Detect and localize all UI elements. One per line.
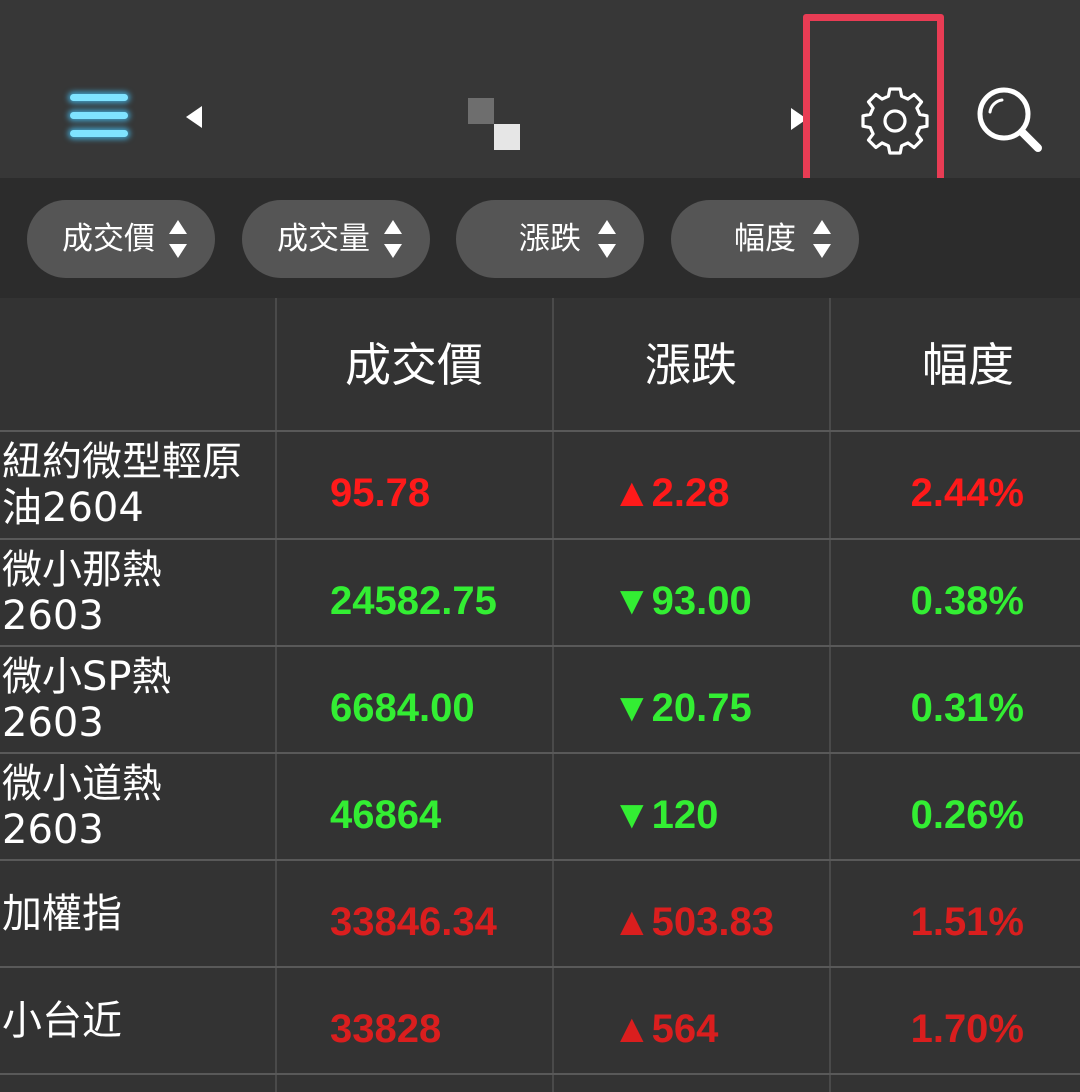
price-change: ▲564 — [612, 1007, 719, 1051]
last-price: 6684.00 — [330, 686, 475, 730]
sort-chip-price[interactable]: 成交價 — [27, 200, 215, 278]
price-change: ▲2.28 — [612, 471, 730, 515]
sort-updown-icon — [169, 220, 187, 258]
price-change: ▼20.75 — [612, 686, 752, 730]
sort-chip-percent[interactable]: 幅度 — [671, 200, 859, 278]
change-percent: 1.51% — [910, 900, 1024, 944]
table-row[interactable]: 紐約微型輕原 油2604 95.78 ▲2.28 2.44% — [0, 432, 1080, 538]
price-change: ▲503.83 — [612, 900, 774, 944]
column-header-change[interactable]: 漲跌 — [553, 298, 829, 432]
top-toolbar — [0, 0, 1080, 190]
last-price: 95.78 — [330, 471, 431, 515]
gear-icon[interactable] — [856, 84, 934, 158]
arrow-left-icon[interactable] — [186, 106, 202, 128]
last-price: 33846.34 — [330, 900, 497, 944]
sort-chip-label: 漲跌 — [519, 221, 581, 257]
table-row[interactable]: 微小SP熱 2603 6684.00 ▼20.75 0.31% — [0, 647, 1080, 753]
sort-chip-change[interactable]: 漲跌 — [456, 200, 644, 278]
symbol-name: 微小道熱 2603 — [2, 761, 162, 853]
sort-bar: 成交價 成交量 漲跌 幅度 — [0, 178, 1080, 298]
column-header-percent[interactable]: 幅度 — [830, 298, 1080, 432]
change-percent: 0.31% — [910, 686, 1024, 730]
symbol-name: 微小那熱 2603 — [2, 547, 162, 639]
sort-chip-label: 幅度 — [734, 221, 796, 257]
symbol-name: 紐約微型輕原 油2604 — [2, 439, 242, 531]
sort-updown-icon — [598, 220, 616, 258]
change-percent: 2.44% — [910, 471, 1024, 515]
price-change: ▼93.00 — [612, 579, 752, 623]
quote-screen: 成交價 成交量 漲跌 幅度 成交價 漲跌 幅度 紐約微型輕原 油2604 95.… — [0, 0, 1080, 1092]
last-price: 33828 — [330, 1007, 442, 1051]
sort-updown-icon — [384, 220, 402, 258]
symbol-name: 微小SP熱 2603 — [2, 654, 172, 746]
magnifier-icon[interactable] — [972, 82, 1052, 162]
price-change: ▼120 — [612, 793, 719, 837]
change-percent: 1.70% — [910, 1007, 1024, 1051]
sort-chip-label: 成交量 — [277, 221, 370, 257]
last-price: 24582.75 — [330, 579, 497, 623]
table-row[interactable]: 微小那熱 2603 24582.75 ▼93.00 0.38% — [0, 540, 1080, 646]
arrow-right-icon[interactable] — [791, 108, 807, 130]
page-indicator — [468, 98, 524, 154]
last-price: 46864 — [330, 793, 442, 837]
column-header-price[interactable]: 成交價 — [276, 298, 552, 432]
table-row[interactable]: 微小道熱 2603 46864 ▼120 0.26% — [0, 754, 1080, 860]
symbol-name: 小台近 — [2, 998, 122, 1044]
hamburger-menu-icon[interactable] — [66, 88, 136, 150]
sort-updown-icon — [813, 220, 831, 258]
table-row[interactable]: 加權指 33846.34 ▲503.83 1.51% — [0, 861, 1080, 967]
change-percent: 0.38% — [910, 579, 1024, 623]
sort-chip-label: 成交價 — [62, 221, 155, 257]
change-percent: 0.26% — [910, 793, 1024, 837]
sort-chip-volume[interactable]: 成交量 — [242, 200, 430, 278]
symbol-name: 加權指 — [2, 891, 122, 937]
quote-table: 成交價 漲跌 幅度 紐約微型輕原 油2604 95.78 ▲2.28 2.44%… — [0, 298, 1080, 1092]
table-row[interactable]: 小台近 33828 ▲564 1.70% — [0, 968, 1080, 1074]
